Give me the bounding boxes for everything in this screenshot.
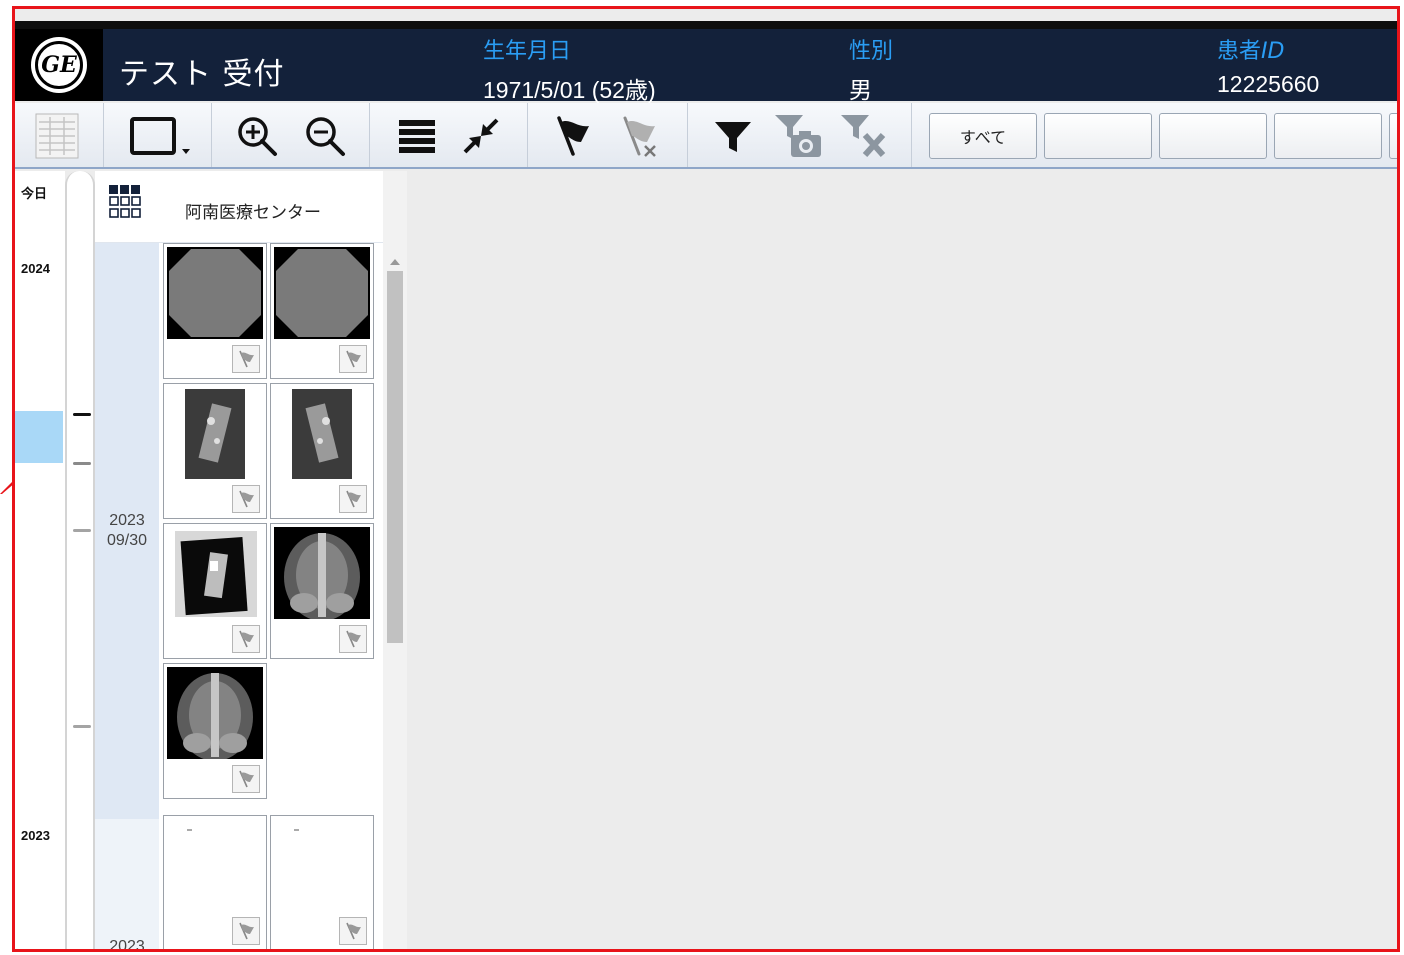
series-thumbnail[interactable]: [163, 815, 267, 949]
thumbnail-flag-icon[interactable]: [339, 485, 367, 513]
toolbar-separator: [687, 103, 688, 167]
collapse-icon[interactable]: [457, 113, 505, 159]
patient-header: GE テスト 受付 生年月日 1971/5/01 (52歳) 性別 男 患者ID…: [15, 21, 1397, 103]
thumbnail-flag-icon[interactable]: [232, 765, 260, 793]
study-column-header: 阿南医療センター: [95, 171, 383, 243]
filter-camera-icon[interactable]: [771, 113, 825, 159]
list-icon[interactable]: [393, 113, 441, 159]
scrollbar-thumb[interactable]: [387, 271, 403, 643]
timeline-today[interactable]: 今日: [21, 183, 47, 202]
timeline-scrubber[interactable]: [65, 171, 95, 949]
filter-icon[interactable]: [709, 113, 757, 159]
organization-name: 阿南医療センター: [185, 203, 321, 223]
image-viewport[interactable]: [407, 171, 1397, 949]
thumbnail-flag-icon[interactable]: [232, 917, 260, 945]
timeline-year-2023[interactable]: 2023: [21, 828, 50, 843]
dob-value: 1971/5/01 (52歳): [483, 77, 656, 103]
filter-button-4[interactable]: [1274, 113, 1382, 159]
study-date-year: 2023: [109, 512, 145, 529]
toolbar-separator: [911, 103, 912, 167]
thumbnail-image: [274, 247, 370, 339]
dob-label: 生年月日: [483, 39, 572, 64]
thumbnail-flag-icon[interactable]: [232, 625, 260, 653]
series-thumbnail[interactable]: [270, 383, 374, 519]
timeline-tick[interactable]: [73, 529, 91, 532]
grid-view-icon[interactable]: [109, 185, 141, 227]
sex-value: 男: [849, 77, 872, 103]
logo-box: GE: [15, 29, 103, 101]
study-date-cell[interactable]: 2023 09/30: [95, 243, 159, 819]
layout-icon[interactable]: [125, 113, 199, 159]
series-thumbnail[interactable]: [163, 523, 267, 659]
series-thumbnail[interactable]: [163, 383, 267, 519]
thumbnail-flag-icon[interactable]: [339, 917, 367, 945]
filter-button-2[interactable]: [1044, 113, 1152, 159]
thumbnail-image: [167, 819, 263, 911]
ge-logo: GE: [31, 37, 87, 93]
thumbnail-image: [167, 247, 263, 339]
thumbnail-image: [167, 667, 263, 759]
filter-button-3[interactable]: [1159, 113, 1267, 159]
thumbnail-image: [274, 387, 370, 479]
toolbar-separator: [369, 103, 370, 167]
timeline-tick[interactable]: [73, 462, 91, 465]
toolbar-separator: [103, 103, 104, 167]
toolbar-separator: [527, 103, 528, 167]
thumbnail-flag-icon[interactable]: [232, 485, 260, 513]
thumbnail-image: [274, 819, 370, 911]
series-thumbnail[interactable]: [163, 243, 267, 379]
zoom-in-icon[interactable]: [233, 113, 281, 159]
filter-button-5[interactable]: [1389, 113, 1397, 159]
flag-icon[interactable]: [549, 113, 597, 159]
sex-label: 性別: [849, 39, 894, 64]
study-date-cell[interactable]: 2023: [95, 819, 159, 952]
patient-id-label: 患者ID: [1217, 39, 1285, 64]
study-date-year: 2023: [109, 938, 145, 952]
series-thumbnail[interactable]: [163, 663, 267, 799]
series-thumbnail[interactable]: [270, 815, 374, 949]
series-thumbnail[interactable]: [270, 243, 374, 379]
thumbnail-image: [167, 527, 263, 619]
timeline-tick[interactable]: [73, 725, 91, 728]
filter-button-all[interactable]: すべて: [929, 113, 1037, 159]
patient-name: テスト 受付: [119, 57, 285, 92]
scroll-up-icon[interactable]: [390, 259, 400, 265]
dob-field: 生年月日 1971/5/01 (52歳): [483, 33, 656, 105]
unflag-icon[interactable]: [615, 113, 663, 159]
timeline-selected-range[interactable]: [15, 411, 63, 463]
thumbnail-image: [167, 387, 263, 479]
series-thumbnail[interactable]: [270, 523, 374, 659]
toolbar: すべて: [15, 103, 1397, 169]
thumbnail-scrollbar[interactable]: [383, 171, 407, 949]
timeline-tick-selected[interactable]: [73, 413, 91, 416]
app-window: GE テスト 受付 生年月日 1971/5/01 (52歳) 性別 男 患者ID…: [12, 6, 1400, 952]
timeline-year-2024[interactable]: 2024: [21, 261, 50, 276]
study-date-md: 09/30: [106, 532, 148, 549]
worklist-icon[interactable]: [33, 113, 81, 159]
patient-id-field: 患者ID 12225660: [1217, 33, 1319, 98]
thumbnail-flag-icon[interactable]: [232, 345, 260, 373]
patient-id-value: 12225660: [1217, 71, 1320, 97]
toolbar-separator: [211, 103, 212, 167]
timeline[interactable]: 今日 2024 2023: [15, 171, 65, 949]
thumbnail-image: [274, 527, 370, 619]
sex-field: 性別 男: [849, 33, 893, 105]
thumbnail-panel: [159, 243, 383, 949]
thumbnail-flag-icon[interactable]: [339, 625, 367, 653]
clear-filter-icon[interactable]: [837, 113, 891, 159]
zoom-out-icon[interactable]: [301, 113, 349, 159]
thumbnail-flag-icon[interactable]: [339, 345, 367, 373]
